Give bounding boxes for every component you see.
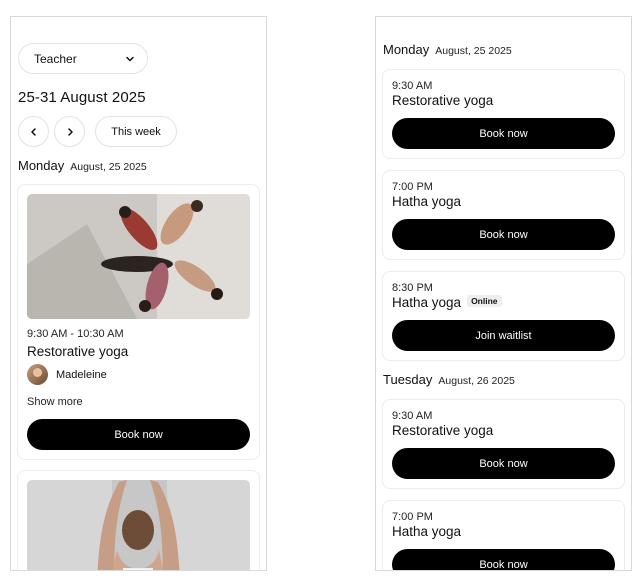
book-now-button[interactable]: Book now (392, 549, 615, 570)
day-date: August, 26 2025 (438, 375, 515, 387)
session-class-name: Hatha yoga (392, 194, 462, 209)
schedule-screen-week-view: Teacher 25-31 August 2025 This week Mond… (10, 16, 267, 571)
session-time: 7:00 PM (392, 181, 433, 193)
session-card: 9:30 AM Restorative yoga Book now (382, 399, 625, 489)
previous-week-button[interactable] (18, 116, 49, 147)
session-card: 8:30 PM Hatha yoga Online Join waitlist (382, 271, 625, 361)
day-heading: Monday August, 25 2025 (383, 42, 512, 57)
next-week-button[interactable] (54, 116, 85, 147)
session-class-name: Restorative yoga (392, 93, 494, 108)
schedule-screen-list-view: Monday August, 25 2025 9:30 AM Restorati… (375, 16, 632, 571)
session-time: 9:30 AM (392, 410, 433, 422)
session-time: 7:00 PM (392, 511, 433, 523)
teacher-name: Madeleine (56, 368, 107, 381)
join-waitlist-button[interactable]: Join waitlist (392, 320, 615, 351)
session-class-name: Restorative yoga (392, 423, 494, 438)
book-now-button[interactable]: Book now (27, 419, 250, 450)
teacher-filter-dropdown[interactable]: Teacher (18, 43, 148, 74)
day-date: August, 25 2025 (435, 45, 512, 57)
session-class-name: Hatha yoga (392, 295, 462, 310)
teacher-avatar (27, 364, 48, 385)
class-time: 9:30 AM - 10:30 AM (27, 328, 124, 340)
session-class-name: Hatha yoga (392, 524, 462, 539)
online-badge: Online (467, 295, 502, 308)
teacher-info[interactable]: Madeleine (27, 364, 107, 385)
day-name: Monday (18, 158, 65, 173)
date-range-title: 25-31 August 2025 (18, 89, 146, 106)
teacher-filter-label: Teacher (34, 51, 77, 66)
session-time: 9:30 AM (392, 80, 433, 92)
session-card: 7:00 PM Hatha yoga Book now (382, 170, 625, 260)
book-now-button[interactable]: Book now (392, 219, 615, 250)
chevron-right-icon (67, 127, 73, 136)
day-heading: Monday August, 25 2025 (18, 158, 147, 173)
book-now-button[interactable]: Book now (392, 118, 615, 149)
class-photo (27, 480, 250, 570)
chevron-left-icon (30, 127, 36, 136)
chevron-down-icon (126, 56, 134, 61)
class-card: 9:30 AM - 10:30 AM Restorative yoga Made… (17, 184, 260, 460)
class-name: Restorative yoga (27, 344, 129, 359)
day-name: Monday (383, 42, 430, 57)
show-more-link[interactable]: Show more (27, 396, 83, 408)
session-card: 9:30 AM Restorative yoga Book now (382, 69, 625, 159)
class-photo (27, 194, 250, 319)
day-heading: Tuesday August, 26 2025 (383, 372, 515, 387)
session-class-row: Hatha yoga Online (392, 295, 502, 310)
day-date: August, 25 2025 (70, 161, 147, 173)
book-now-button[interactable]: Book now (392, 448, 615, 479)
session-card: 7:00 PM Hatha yoga Book now (382, 500, 625, 570)
this-week-button[interactable]: This week (95, 116, 177, 147)
session-time: 8:30 PM (392, 282, 433, 294)
day-name: Tuesday (383, 372, 433, 387)
class-card (17, 470, 260, 570)
